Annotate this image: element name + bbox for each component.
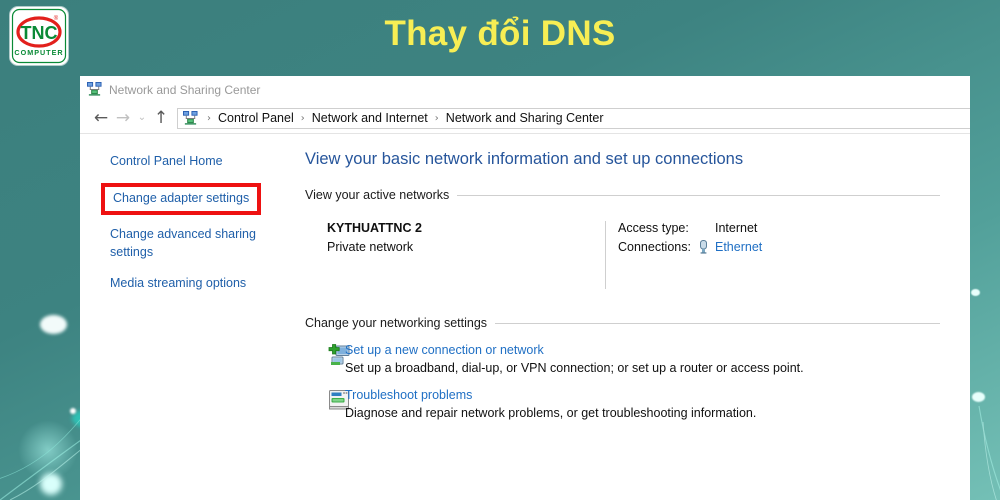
active-network-block: KYTHUATTNC 2 Private network Access type… [305, 221, 940, 289]
bg-glow-6 [972, 392, 985, 402]
active-network-identity: KYTHUATTNC 2 Private network [305, 221, 605, 289]
ethernet-icon [698, 240, 715, 254]
screenshot-stage: TNC ® COMPUTER Thay đổi DNS Network and … [0, 0, 1000, 500]
content-pane: View your basic network information and … [295, 134, 970, 500]
bg-glow-1 [40, 315, 67, 334]
up-arrow-icon[interactable]: ↑ [150, 107, 172, 129]
sidebar-item-control-panel-home[interactable]: Control Panel Home [110, 152, 260, 170]
back-arrow-icon[interactable]: ← [90, 107, 112, 129]
breadcrumb-separator-1: › [300, 112, 305, 124]
breadcrumb-separator-0: › [207, 112, 211, 124]
network-type: Private network [327, 240, 414, 254]
sidebar: Control Panel Home Change adapter settin… [80, 134, 295, 500]
explorer-window: Network and Sharing Center ← → ⌄ ↑ › Con… [80, 76, 970, 500]
bg-glow-7 [18, 420, 78, 480]
page-title: Thay đổi DNS [384, 14, 616, 53]
new-connection-icon [305, 343, 350, 375]
setting-desc-new-connection: Set up a broadband, dial-up, or VPN conn… [345, 361, 804, 375]
troubleshoot-icon [305, 388, 349, 420]
network-sharing-center-icon [87, 82, 102, 97]
window-titlebar: Network and Sharing Center [80, 76, 970, 103]
section-rule-2 [495, 322, 940, 324]
networking-settings-section-header: Change your networking settings [305, 316, 940, 330]
active-network-details: Access type: Internet Connections: Ether… [606, 221, 762, 289]
setting-desc-troubleshoot: Diagnose and repair network problems, or… [345, 406, 757, 420]
sidebar-item-change-advanced-sharing-settings[interactable]: Change advanced sharing settings [110, 225, 260, 261]
chevron-down-icon[interactable]: ⌄ [134, 107, 150, 129]
setting-text-new-connection: Set up a new connection or network Set u… [345, 343, 804, 375]
bg-glow-5 [971, 289, 980, 296]
window-title: Network and Sharing Center [109, 82, 261, 97]
connections-value-ethernet[interactable]: Ethernet [715, 240, 762, 254]
breadcrumb-item-network-and-internet[interactable]: Network and Internet [312, 111, 428, 125]
setting-link-troubleshoot[interactable]: Troubleshoot problems [345, 388, 756, 402]
access-type-row: Access type: Internet [618, 221, 762, 235]
active-networks-section-title: View your active networks [305, 188, 450, 202]
setting-link-new-connection[interactable]: Set up a new connection or network [345, 343, 804, 357]
forward-arrow-icon[interactable]: → [112, 107, 134, 129]
address-bar: ← → ⌄ ↑ › Control Panel › Network and In… [80, 103, 970, 134]
access-type-value: Internet [715, 221, 758, 235]
bg-glow-3 [40, 473, 62, 495]
breadcrumb-item-network-and-sharing-center[interactable]: Network and Sharing Center [446, 111, 604, 125]
breadcrumb-separator-2: › [434, 112, 439, 124]
setting-text-troubleshoot: Troubleshoot problems Diagnose and repai… [345, 388, 756, 420]
sidebar-item-media-streaming-options[interactable]: Media streaming options [110, 274, 260, 292]
setting-item-new-connection: Set up a new connection or network Set u… [305, 343, 940, 375]
setting-item-troubleshoot: Troubleshoot problems Diagnose and repai… [305, 388, 940, 420]
active-networks-section-header: View your active networks [305, 188, 940, 202]
sidebar-item-change-adapter-settings[interactable]: Change adapter settings [101, 183, 262, 215]
access-type-label: Access type: [618, 221, 689, 235]
section-rule [457, 194, 940, 196]
breadcrumb-item-control-panel[interactable]: Control Panel [218, 111, 294, 125]
network-name: KYTHUATTNC 2 [327, 221, 422, 235]
breadcrumb[interactable]: › Control Panel › Network and Internet ›… [177, 107, 970, 129]
content-heading: View your basic network information and … [305, 150, 744, 168]
connections-label: Connections: [618, 240, 691, 254]
window-body: Control Panel Home Change adapter settin… [80, 134, 970, 500]
bg-glow-4 [70, 408, 76, 414]
connections-row: Connections: Ethernet [618, 240, 762, 254]
breadcrumb-network-icon [183, 110, 198, 126]
networking-settings-section-title: Change your networking settings [305, 316, 488, 330]
